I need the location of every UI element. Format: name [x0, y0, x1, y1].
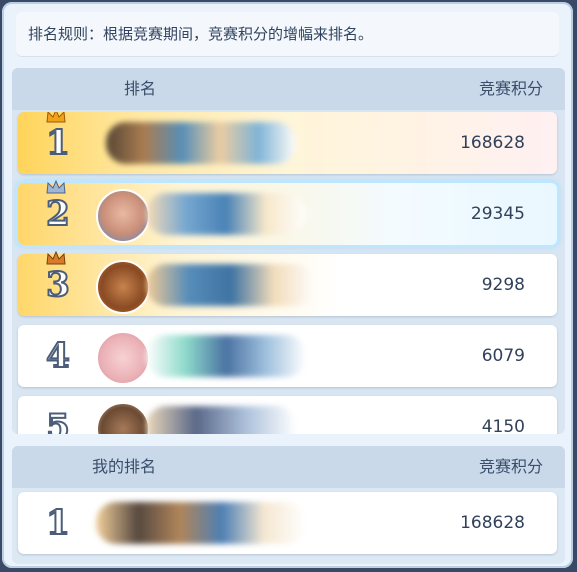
my-score-label: 竞赛积分	[478, 457, 543, 476]
leaderboard: 排名 竞赛积分 1 168628 2 29345 3 9298 4 6079 5…	[12, 68, 565, 434]
player-score: 168628	[460, 133, 525, 153]
my-rank-label: 我的排名	[92, 457, 157, 476]
my-rank-number: 1	[45, 502, 71, 544]
rank-number: 2	[45, 193, 71, 235]
header-rank-label: 排名	[124, 79, 157, 98]
player-avatar[interactable]	[96, 331, 150, 385]
my-ranking-row[interactable]: 1 168628	[18, 492, 557, 554]
player-score: 6079	[481, 346, 525, 366]
my-ranking-header: 我的排名 竞赛积分	[12, 446, 565, 488]
player-avatar[interactable]	[96, 189, 150, 243]
my-score: 168628	[460, 513, 525, 533]
leaderboard-row[interactable]: 3 9298	[18, 250, 557, 316]
header-score-label: 竞赛积分	[478, 79, 543, 98]
avatar-blurred	[106, 122, 296, 164]
my-ranking-section: 我的排名 竞赛积分 1 168628	[12, 446, 565, 564]
player-avatar[interactable]	[96, 260, 150, 314]
leaderboard-row[interactable]: 2 29345	[18, 179, 557, 245]
name-blurred	[146, 264, 316, 306]
player-avatar[interactable]	[96, 402, 150, 434]
ranking-rule-text: 排名规则：根据竞赛期间，竞赛积分的增幅来排名。	[16, 12, 559, 56]
player-score: 4150	[481, 417, 525, 434]
rank-number: 4	[45, 335, 71, 377]
leaderboard-header: 排名 竞赛积分	[12, 68, 565, 110]
player-score: 9298	[481, 275, 525, 295]
player-score: 29345	[470, 204, 525, 224]
leaderboard-row[interactable]: 1 168628	[18, 112, 557, 174]
name-blurred	[146, 193, 306, 235]
leaderboard-row[interactable]: 4 6079	[18, 325, 557, 387]
leaderboard-panel: 排名规则：根据竞赛期间，竞赛积分的增幅来排名。 排名 竞赛积分 1 168628	[2, 2, 573, 568]
leaderboard-list[interactable]: 1 168628 2 29345 3 9298 4 6079 5 4150	[12, 112, 565, 434]
name-blurred	[146, 335, 306, 377]
rank-number: 1	[45, 122, 71, 164]
my-avatar-blurred	[96, 502, 306, 544]
leaderboard-row[interactable]: 5 4150	[18, 396, 557, 434]
name-blurred	[146, 406, 296, 434]
rank-number: 5	[45, 406, 71, 434]
rank-number: 3	[45, 264, 71, 306]
